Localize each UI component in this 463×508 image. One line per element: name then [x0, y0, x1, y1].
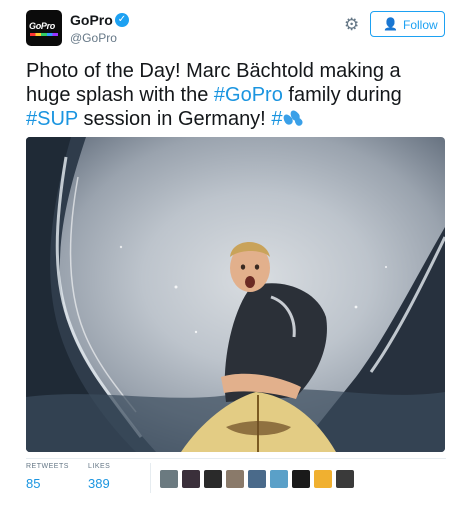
liker-avatar[interactable] [204, 470, 222, 488]
tweet-photo[interactable] [26, 137, 445, 452]
liker-avatar[interactable] [292, 470, 310, 488]
retweets-count: 85 [26, 476, 41, 491]
liker-avatar[interactable] [160, 470, 178, 488]
add-user-icon: 👤 [383, 17, 398, 31]
photo-illustration [26, 137, 445, 452]
hashtag-link-sup[interactable]: #SUP [26, 108, 78, 130]
likes-count: 389 [88, 476, 110, 491]
hashtag-link[interactable]: # [271, 108, 282, 130]
account-handle[interactable]: @GoPro [70, 31, 117, 45]
tweet-text-part: family during [282, 84, 402, 106]
likes-label: LIKES [88, 463, 111, 470]
liker-avatar[interactable] [336, 470, 354, 488]
liker-avatar[interactable] [182, 470, 200, 488]
tweet-header: GoPro GoPro ✓ @GoPro ⚙ 👤 Follow [26, 10, 446, 50]
liker-avatar[interactable] [226, 470, 244, 488]
avatar[interactable]: GoPro [26, 10, 62, 46]
avatar-stripe [30, 33, 58, 36]
account-name[interactable]: GoPro [70, 12, 113, 28]
liker-avatar[interactable] [270, 470, 288, 488]
tweet-text-part: session in Germany! [77, 108, 272, 130]
gear-icon[interactable]: ⚙ [344, 15, 359, 35]
follow-button[interactable]: 👤 Follow [370, 11, 445, 37]
likes-stat[interactable]: LIKES 389 [88, 463, 110, 491]
stats-separator [150, 463, 151, 493]
retweets-stat[interactable]: RETWEETS 85 [26, 463, 69, 491]
splash-emoji-icon [282, 108, 305, 128]
follow-label: Follow [403, 18, 438, 32]
liker-avatar[interactable] [248, 470, 266, 488]
avatar-logo-text: GoPro [29, 21, 56, 31]
hashtag-link-gopro[interactable]: #GoPro [214, 84, 283, 106]
retweets-label: RETWEETS [26, 463, 69, 470]
divider [26, 458, 446, 459]
liker-avatar[interactable] [314, 470, 332, 488]
tweet-text: Photo of the Day! Marc Bächtold making a… [26, 59, 446, 131]
verified-badge-icon: ✓ [115, 13, 129, 27]
